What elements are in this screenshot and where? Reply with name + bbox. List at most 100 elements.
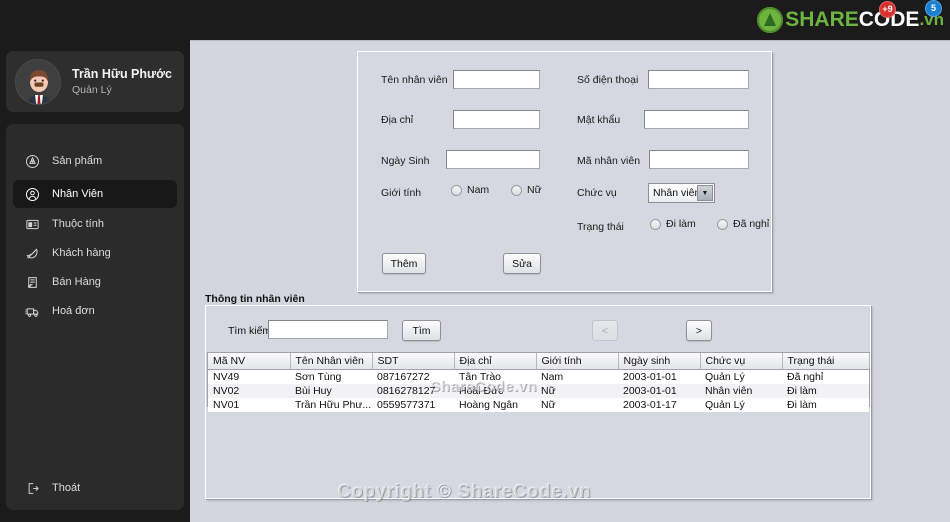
cell: 2003-01-17 [618, 398, 700, 412]
cell: Tân Trào [454, 369, 536, 384]
sidebar-item-label: Thoát [52, 482, 81, 494]
select-chuc-vu[interactable]: Nhân viên ▼ [648, 183, 715, 203]
sales-icon [21, 271, 43, 293]
input-mat-khau[interactable] [644, 110, 749, 129]
employee-table-panel: Tìm kiếm Tìm < > Mã NV Tên Nhân viên SDT [205, 305, 871, 499]
input-ma-nhan-vien[interactable] [649, 150, 749, 169]
edit-button[interactable]: Sửa [503, 253, 541, 274]
column-header[interactable]: Mã NV [208, 353, 291, 370]
input-ten-nhan-vien[interactable] [453, 70, 540, 89]
cell: Hoàng Ngân [454, 398, 536, 412]
label-chuc-vu: Chức vụ [577, 187, 617, 199]
prev-page-button[interactable]: < [592, 320, 618, 341]
cell: 2003-01-01 [618, 384, 700, 398]
sidebar-item-thuoc-tinh[interactable]: Thuộc tính [13, 210, 177, 238]
cell: NV02 [208, 384, 290, 398]
customer-icon [21, 242, 43, 264]
invoice-truck-icon [21, 300, 43, 322]
sidebar-item-label: Bán Hàng [52, 276, 101, 288]
add-button[interactable]: Thêm [382, 253, 426, 274]
sharecode-logo: SHARE CODE .vn [757, 4, 944, 36]
radio-circle [717, 218, 728, 230]
cell: Hoài Đức [454, 384, 536, 398]
input-so-dien-thoai[interactable] [648, 70, 749, 89]
table-row[interactable]: NV49 Sơn Tùng 087167272 Tân Trào Nam 200… [208, 369, 869, 384]
cell: Đã nghỉ [782, 369, 869, 384]
column-header[interactable]: Chức vụ [700, 353, 783, 370]
column-header[interactable]: Địa chỉ [454, 353, 537, 370]
employee-grid[interactable]: Mã NV Tên Nhân viên SDT Địa chỉ Giới tín… [207, 352, 870, 412]
cell: Trần Hữu Phư... [290, 398, 372, 412]
cell: Quản Lý [700, 369, 782, 384]
label-dia-chi: Địa chỉ [381, 114, 414, 126]
user-circle-icon [21, 183, 43, 205]
column-header[interactable]: Trạng thái [782, 353, 870, 370]
main-content: Tên nhân viên Địa chỉ Ngày Sinh Số điện … [190, 40, 950, 522]
cell: Sơn Tùng [290, 369, 372, 384]
profile-card[interactable]: Trần Hữu Phước Quản Lý [6, 51, 184, 112]
label-so-dien-thoai: Số điện thoại [577, 74, 639, 86]
table-section-title: Thông tin nhân viên [205, 293, 305, 305]
profile-name: Trần Hữu Phước [72, 67, 172, 81]
sidebar-item-ban-hang[interactable]: Bán Hàng [13, 268, 177, 296]
radio-gioi-tinh-nu[interactable]: Nữ [511, 184, 542, 196]
find-button[interactable]: Tìm [402, 320, 441, 341]
cell: NV49 [208, 369, 290, 384]
radio-gioi-tinh-nam[interactable]: Nam [451, 184, 489, 196]
avatar [15, 58, 61, 105]
cell: Đi làm [782, 384, 869, 398]
label-tim-kiem: Tìm kiếm [228, 325, 272, 337]
label-gioi-tinh: Giới tính [381, 187, 422, 199]
sidebar-item-hoa-don[interactable]: Hoá đơn [13, 297, 177, 325]
notification-badge-red[interactable]: +9 [879, 1, 896, 18]
radio-circle [451, 184, 462, 196]
input-dia-chi[interactable] [453, 110, 540, 129]
radio-circle [650, 218, 661, 230]
sidebar-item-khach-hang[interactable]: Khách hàng [13, 239, 177, 267]
column-header[interactable]: Ngày sinh [618, 353, 701, 370]
label-ngay-sinh: Ngày Sinh [381, 155, 430, 167]
radio-label: Đã nghỉ [733, 218, 770, 230]
search-input[interactable] [268, 320, 388, 339]
select-chuc-vu-value: Nhân viên [653, 187, 701, 199]
label-mat-khau: Mật khẩu [577, 114, 621, 126]
cell: NV01 [208, 398, 290, 412]
radio-circle [511, 184, 522, 196]
next-page-button[interactable]: > [686, 320, 712, 341]
radio-label: Nữ [527, 184, 542, 196]
notification-badge-blue[interactable]: 5 [925, 0, 942, 17]
sidebar-menu: Sản phẩm Nhân Viên Thuộc tính Khách hàng… [6, 124, 184, 510]
column-header[interactable]: Tên Nhân viên [290, 353, 373, 370]
top-bar: SHARE CODE .vn +9 5 [0, 0, 950, 40]
cell: Bùi Huy [290, 384, 372, 398]
chevron-down-icon[interactable]: ▼ [697, 185, 713, 201]
column-header[interactable]: SDT [372, 353, 455, 370]
radio-label: Đi làm [666, 218, 696, 230]
cell: Nhân viên [700, 384, 782, 398]
cell: Nữ [536, 398, 618, 412]
cell: Đi làm [782, 398, 869, 412]
label-ten-nhan-vien: Tên nhân viên [381, 74, 448, 86]
table-header-row: Mã NV Tên Nhân viên SDT Địa chỉ Giới tín… [208, 353, 870, 370]
sidebar: Trần Hữu Phước Quản Lý Sản phẩm Nhân Viê… [0, 40, 190, 522]
sidebar-item-label: Thuộc tính [52, 218, 104, 230]
input-ngay-sinh[interactable] [446, 150, 540, 169]
sidebar-item-label: Khách hàng [52, 247, 111, 259]
radio-trang-thai-di-lam[interactable]: Đi làm [650, 218, 696, 230]
table-row[interactable]: NV02 Bùi Huy 0816278127 Hoài Đức Nữ 2003… [208, 384, 869, 398]
sidebar-item-thoat[interactable]: Thoát [13, 474, 177, 502]
main-inner: Tên nhân viên Địa chỉ Ngày Sinh Số điện … [192, 43, 948, 521]
logo-text-share: SHARE [785, 8, 859, 31]
sidebar-item-nhan-vien[interactable]: Nhân Viên [13, 180, 177, 208]
column-header[interactable]: Giới tính [536, 353, 619, 370]
sidebar-item-san-pham[interactable]: Sản phẩm [13, 147, 177, 175]
radio-trang-thai-da-nghi[interactable]: Đã nghỉ [717, 218, 769, 230]
sidebar-item-label: Nhân Viên [52, 188, 104, 200]
label-ma-nhan-vien: Mã nhân viên [577, 155, 641, 167]
cell: Nữ [536, 384, 618, 398]
employee-table: Mã NV Tên Nhân viên SDT Địa chỉ Giới tín… [208, 353, 870, 412]
cell: Nam [536, 369, 618, 384]
sidebar-item-label: Hoá đơn [52, 305, 95, 317]
table-row[interactable]: NV01 Trần Hữu Phư... 0559577371 Hoàng Ng… [208, 398, 869, 412]
cell: 2003-01-01 [618, 369, 700, 384]
